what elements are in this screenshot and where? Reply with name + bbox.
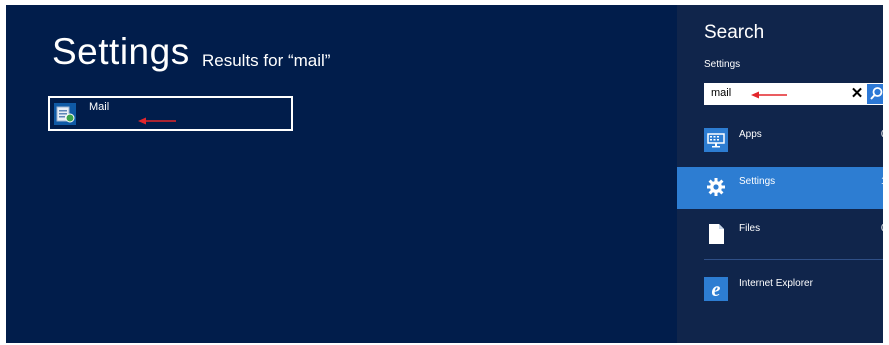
search-app-internet-explorer[interactable]: e Internet Explorer (677, 269, 883, 311)
search-app-label: Internet Explorer (739, 278, 813, 289)
divider (704, 259, 883, 260)
search-box: mail ✕ (704, 83, 883, 105)
results-pane: Settings Results for “mail” Mail (6, 5, 677, 343)
search-charm: Search Settings mail ✕ Apps Settings Fil… (677, 5, 883, 343)
annotation-arrow-icon (138, 116, 178, 126)
search-category-label: Files (739, 223, 761, 234)
internet-explorer-icon: e (704, 277, 728, 301)
results-label: Results for “mail” (202, 51, 331, 70)
result-item-label: Mail (89, 101, 110, 113)
search-category-label: Settings (739, 176, 776, 187)
mail-settings-icon (54, 103, 76, 125)
svg-text:e: e (712, 279, 721, 301)
clear-search-button[interactable]: ✕ (849, 85, 865, 103)
page-title: Settings (52, 31, 190, 72)
charm-title: Search (704, 22, 765, 43)
search-category-count: 0 (881, 223, 883, 234)
search-icon (870, 87, 883, 100)
search-category-count: 1 (881, 176, 883, 187)
search-button[interactable] (867, 84, 883, 104)
search-category-settings[interactable]: Settings 1 (677, 167, 883, 209)
search-category-apps[interactable]: Apps 0 (677, 120, 883, 162)
search-category-count: 0 (881, 129, 883, 140)
search-category-label: Apps (739, 129, 762, 140)
search-category-files[interactable]: Files 0 (677, 214, 883, 256)
annotation-arrow-icon (751, 90, 789, 100)
gear-icon (704, 175, 728, 199)
file-icon (704, 222, 728, 246)
screen: Settings Results for “mail” Mail Search … (6, 5, 883, 343)
search-input[interactable]: mail (711, 87, 731, 99)
apps-icon (704, 128, 728, 152)
search-scope-label: Settings (704, 59, 741, 70)
